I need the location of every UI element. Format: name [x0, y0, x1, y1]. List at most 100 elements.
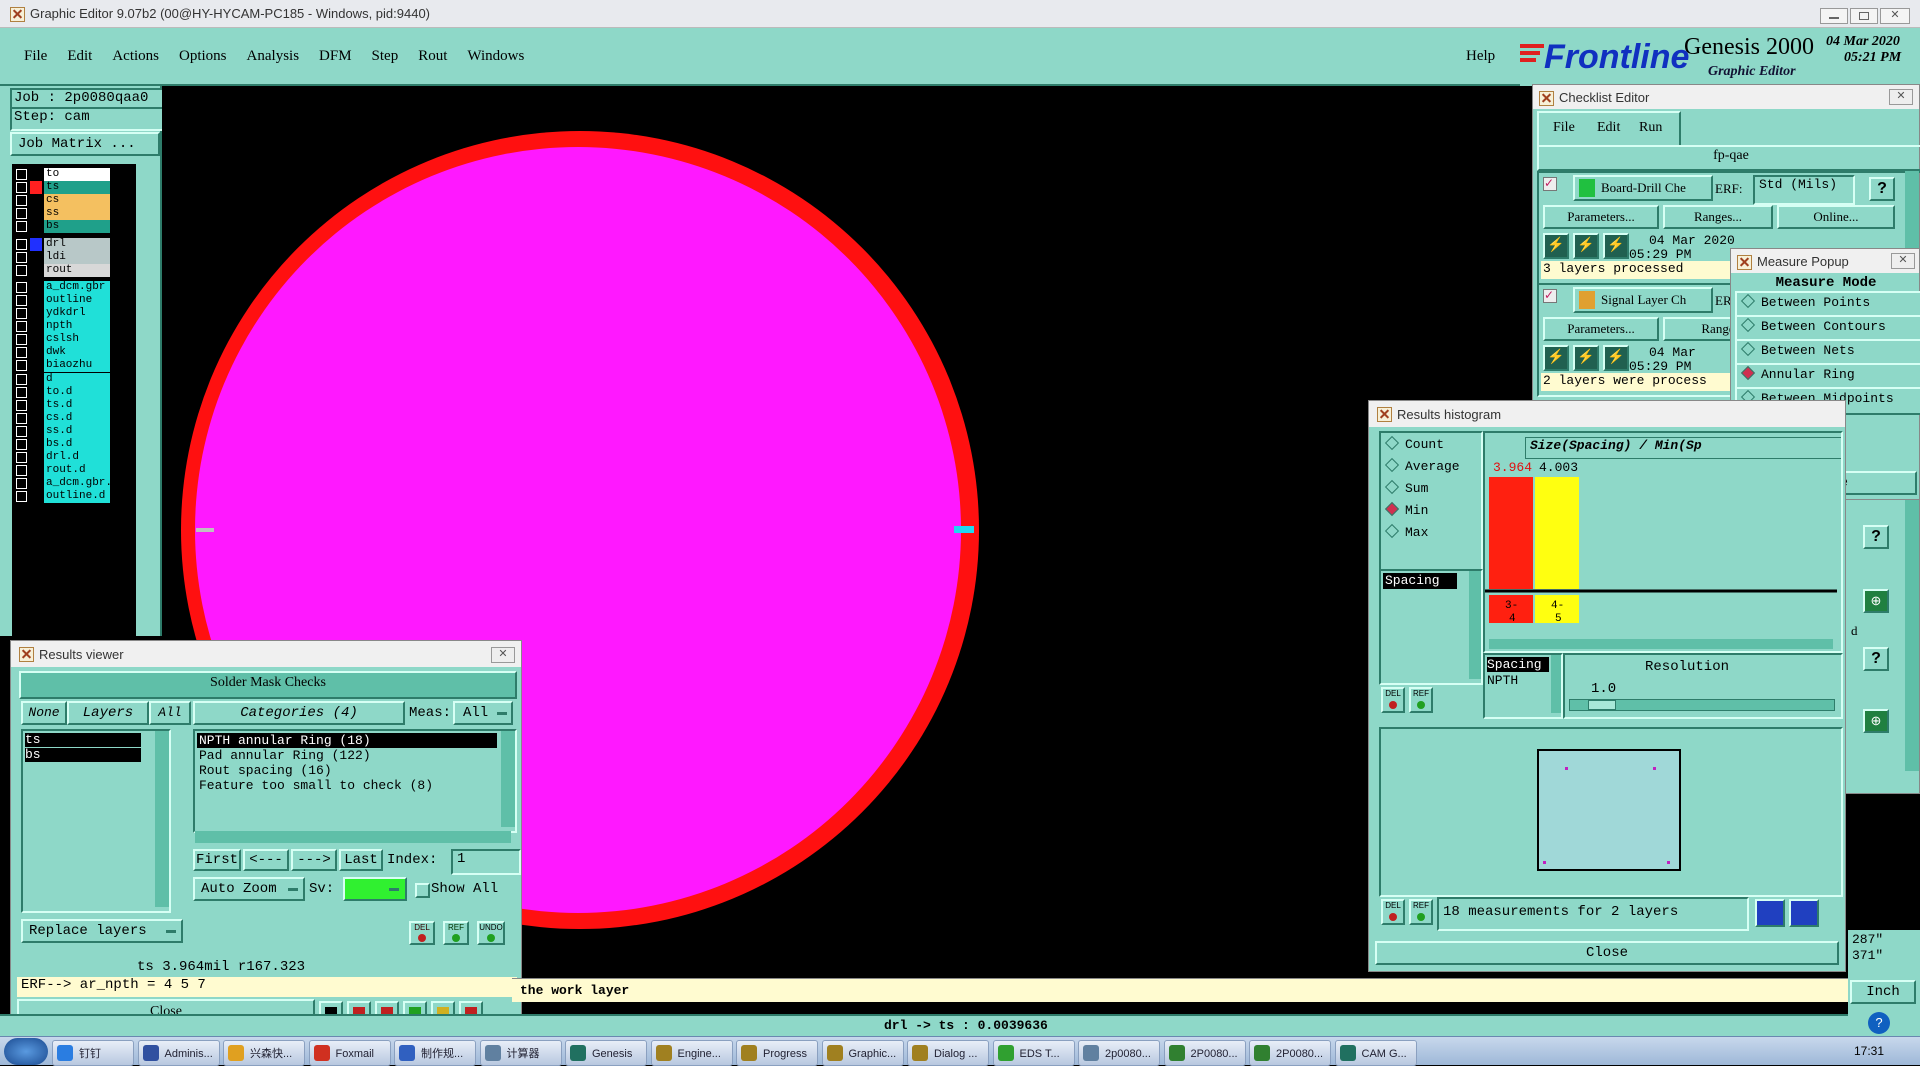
layer-row[interactable]: cslsh — [12, 333, 110, 347]
help-button[interactable]: ? — [1869, 177, 1895, 201]
layer-name[interactable]: bs.d — [44, 438, 110, 451]
list-item[interactable]: NPTH — [1487, 673, 1518, 688]
help-button[interactable]: ? — [1863, 647, 1889, 671]
check-action-signal-layer[interactable]: Signal Layer Ch — [1573, 287, 1713, 313]
taskbar-item[interactable]: Genesis — [565, 1040, 647, 1066]
taskbar-item[interactable]: Progress — [736, 1040, 818, 1066]
vertical-scrollbar[interactable] — [155, 731, 169, 907]
taskbar-item[interactable]: Adminis... — [137, 1040, 220, 1066]
layer-checkbox[interactable] — [16, 425, 27, 437]
layer-name[interactable]: rout — [44, 263, 110, 277]
layer-checkbox[interactable] — [16, 465, 27, 477]
layers-button[interactable]: Layers — [67, 701, 149, 725]
close-icon[interactable]: ✕ — [1889, 89, 1913, 105]
close-window-button[interactable]: ✕ — [1880, 8, 1910, 24]
layer-color-swatch[interactable] — [30, 194, 42, 208]
layer-results-list[interactable]: ts bs — [21, 729, 171, 935]
layer-name[interactable]: ldi — [44, 250, 110, 264]
layer-checkbox[interactable] — [16, 308, 27, 319]
layer-checkbox[interactable] — [16, 221, 27, 233]
layer-row[interactable]: outline — [12, 293, 110, 307]
vertical-scrollbar[interactable] — [1469, 571, 1481, 679]
layer-color-swatch[interactable] — [30, 280, 42, 294]
layer-color-swatch[interactable] — [30, 293, 42, 307]
layer-name[interactable]: cs — [44, 194, 110, 208]
category-item[interactable]: Pad annular Ring (122) — [197, 748, 497, 763]
taskbar-item[interactable]: CAM G... — [1334, 1040, 1417, 1066]
layer-checkbox[interactable] — [16, 373, 27, 385]
layer-checkbox[interactable] — [16, 399, 27, 411]
taskbar-item[interactable]: Dialog ... — [907, 1040, 989, 1066]
layer-row[interactable]: ldi — [12, 250, 110, 264]
layer-checkbox[interactable] — [16, 281, 27, 293]
menu-file[interactable]: File — [24, 48, 47, 65]
layer-checkbox[interactable] — [16, 360, 27, 372]
layer-name[interactable]: npth — [44, 320, 110, 334]
menu-actions[interactable]: Actions — [112, 48, 159, 65]
menu-windows[interactable]: Windows — [467, 48, 524, 65]
layer-row[interactable]: rout.d — [12, 464, 110, 478]
layer-name[interactable]: ts.d — [44, 398, 110, 412]
layer-name[interactable]: outline — [44, 293, 110, 307]
menu-edit[interactable]: Edit — [67, 48, 92, 65]
statistic-option[interactable]: Average — [1384, 457, 1460, 474]
layer-name[interactable]: drl.d — [44, 451, 110, 465]
list-item[interactable]: Spacing — [1487, 657, 1549, 672]
layer-row[interactable]: rout — [12, 263, 110, 277]
layer-row[interactable]: a_dcm.gbr — [12, 280, 110, 294]
layer-checkbox[interactable] — [16, 347, 27, 359]
layer-checkbox[interactable] — [16, 439, 27, 450]
layer-checkbox[interactable] — [16, 208, 27, 220]
layer-name[interactable]: biaozhu — [44, 359, 110, 373]
layer-color-swatch[interactable] — [30, 307, 42, 320]
ref-button[interactable]: REF — [443, 921, 469, 945]
close-icon[interactable]: ✕ — [491, 647, 515, 663]
layer-checkbox[interactable] — [16, 264, 27, 276]
histogram-hscrollbar[interactable] — [1489, 639, 1833, 649]
last-button[interactable]: Last — [339, 849, 383, 871]
menu-rout[interactable]: Rout — [418, 48, 447, 65]
help-button[interactable]: ? — [1863, 525, 1889, 549]
none-button[interactable]: None — [21, 701, 67, 725]
del-button[interactable]: DEL — [409, 921, 435, 945]
category-item[interactable]: Feature too small to check (8) — [197, 778, 497, 793]
layer-name[interactable]: to.d — [44, 385, 110, 399]
menu-file[interactable]: File — [1553, 120, 1575, 136]
layer-checkbox[interactable] — [16, 169, 27, 180]
layer-name[interactable]: ts — [44, 181, 110, 195]
layer-row[interactable]: biaozhu — [12, 359, 110, 373]
category-list[interactable]: NPTH annular Ring (18) Pad annular Ring (… — [193, 729, 517, 833]
layer-name[interactable]: dwk — [44, 346, 110, 360]
menu-dfm[interactable]: DFM — [319, 48, 352, 65]
layer-color-swatch[interactable] — [30, 168, 42, 181]
layer-checkbox[interactable] — [16, 195, 27, 207]
list-item[interactable]: Spacing — [1383, 573, 1457, 589]
layer-color-swatch[interactable] — [30, 346, 42, 360]
category-item[interactable]: Rout spacing (16) — [197, 763, 497, 778]
check-action-board-drill[interactable]: Board-Drill Che — [1573, 175, 1713, 201]
layer-name[interactable]: cslsh — [44, 333, 110, 347]
show-all-checkbox[interactable] — [415, 883, 430, 898]
run-icon[interactable]: ⚡ — [1603, 233, 1629, 259]
taskbar-item[interactable]: 计算器 — [479, 1040, 562, 1066]
statistic-option[interactable]: Sum — [1384, 479, 1428, 496]
layer-color-swatch[interactable] — [30, 237, 42, 251]
taskbar-item[interactable]: 兴森快... — [223, 1040, 305, 1066]
layer-row[interactable]: ts — [12, 181, 110, 195]
maximize-button[interactable] — [1850, 8, 1878, 24]
ref-button[interactable]: REF — [1409, 687, 1433, 713]
layer-checkbox[interactable] — [16, 452, 27, 464]
histogram-layer-list[interactable]: Spacing — [1379, 569, 1483, 685]
statistic-option[interactable]: Max — [1384, 523, 1428, 540]
vertical-scrollbar[interactable] — [1551, 655, 1561, 713]
categories-button[interactable]: Categories (4) — [193, 701, 405, 725]
start-button[interactable] — [4, 1038, 48, 1065]
replace-layers-button[interactable]: Replace layers — [21, 919, 183, 943]
histogram-bar[interactable] — [1489, 477, 1533, 589]
layer-name[interactable]: a_dcm.gbr — [44, 280, 110, 294]
layer-color-swatch[interactable] — [30, 438, 42, 451]
layer-checkbox[interactable] — [16, 412, 27, 424]
del-button[interactable]: DEL — [1381, 687, 1405, 713]
next-button[interactable]: ---> — [291, 849, 337, 871]
check-enabled-icon[interactable]: ✓ — [1543, 177, 1557, 191]
